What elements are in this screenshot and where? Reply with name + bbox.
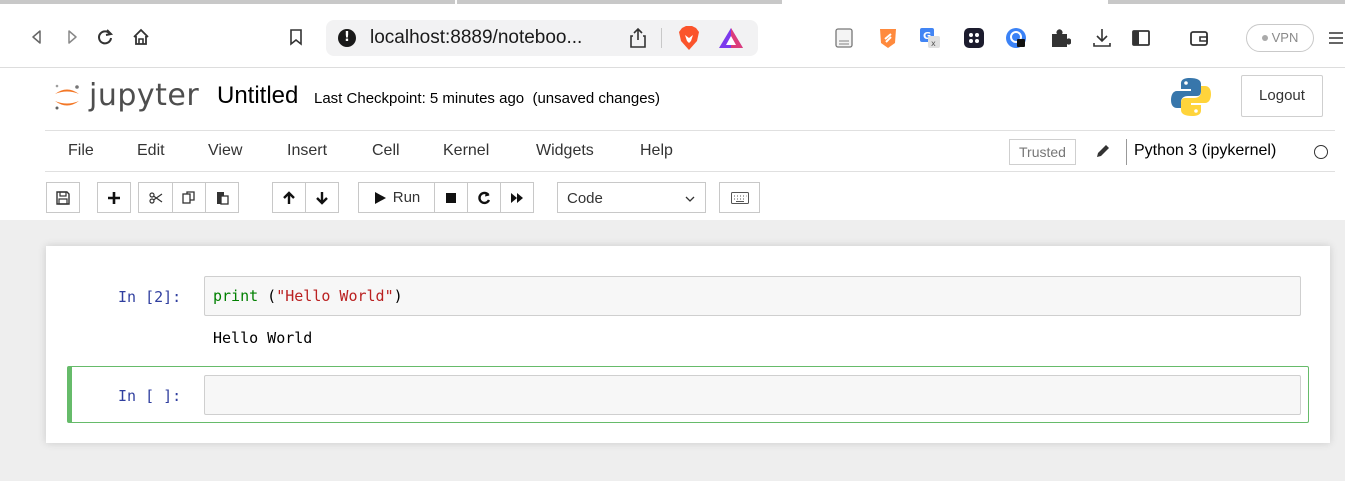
shield-extension-icon[interactable] (877, 27, 899, 49)
forward-icon[interactable] (59, 24, 85, 50)
code-punct: ) (393, 287, 403, 305)
puzzle-icon[interactable] (1049, 27, 1071, 49)
home-icon[interactable] (128, 24, 154, 50)
code-punct: ( (258, 287, 277, 305)
arrow-down-icon (316, 191, 328, 205)
bookmark-icon[interactable] (283, 24, 309, 50)
jupyter-logo-icon (55, 84, 79, 110)
download-icon[interactable] (1091, 27, 1113, 49)
divider (661, 28, 662, 48)
interrupt-button[interactable] (434, 182, 468, 213)
reader-icon[interactable] (833, 27, 855, 49)
plus-icon (108, 191, 120, 204)
tab-indicator[interactable] (0, 0, 455, 4)
jupyter-header: jupyter Untitled Last Checkpoint: 5 minu… (0, 68, 1345, 126)
restart-icon (478, 191, 491, 204)
menubar: File Edit View Insert Cell Kernel Widget… (45, 130, 1335, 172)
browser-toolbar: ! localhost:8889/noteboo... Gx VPN (0, 0, 1345, 68)
keyboard-icon (730, 191, 749, 204)
cut-button[interactable] (138, 182, 173, 213)
cell-type-value: Code (567, 190, 603, 207)
move-down-button[interactable] (305, 182, 339, 213)
menu-file[interactable]: File (68, 142, 94, 160)
menu-widgets[interactable]: Widgets (536, 142, 594, 160)
notebook-toolbar: Run Code (0, 176, 1345, 220)
tab-indicator[interactable] (457, 0, 782, 4)
notebook-title[interactable]: Untitled (217, 82, 298, 110)
unsaved-changes-text: (unsaved changes) (532, 90, 661, 107)
menu-help[interactable]: Help (640, 142, 673, 160)
run-label: Run (392, 189, 421, 206)
trusted-badge[interactable]: Trusted (1009, 139, 1076, 165)
jupyter-logo[interactable]: jupyter (52, 78, 202, 116)
sidebar-icon[interactable] (1130, 27, 1152, 49)
code-line[interactable]: print ("Hello World") (213, 287, 403, 305)
checkpoint-status: Last Checkpoint: 5 minutes ago (unsaved … (314, 90, 660, 107)
copy-button[interactable] (172, 182, 206, 213)
paste-icon (217, 191, 229, 205)
play-icon (374, 191, 386, 204)
menu-cell[interactable]: Cell (372, 142, 400, 160)
restart-run-all-button[interactable] (500, 182, 534, 213)
cell-output: Hello World (213, 329, 313, 347)
cell-prompt: In [ ]: (118, 387, 182, 405)
paste-button[interactable] (205, 182, 239, 213)
vpn-status-dot (1261, 34, 1268, 41)
address-bar[interactable]: ! localhost:8889/noteboo... (326, 20, 758, 56)
menu-edit[interactable]: Edit (137, 142, 165, 160)
back-icon[interactable] (24, 24, 50, 50)
vpn-button[interactable]: VPN (1246, 24, 1314, 52)
vpn-label: VPN (1271, 30, 1299, 45)
move-up-button[interactable] (272, 182, 306, 213)
menu-kernel[interactable]: Kernel (443, 142, 489, 160)
extension-lock-icon[interactable] (1005, 27, 1027, 49)
checkpoint-text: Last Checkpoint: 5 minutes ago (314, 90, 525, 107)
save-icon (56, 190, 70, 205)
pencil-icon[interactable] (1095, 143, 1111, 159)
arrow-up-icon (283, 190, 295, 204)
command-palette-button[interactable] (719, 182, 760, 213)
code-keyword: print (213, 287, 259, 305)
menu-view[interactable]: View (208, 142, 242, 160)
code-cell-input[interactable] (204, 375, 1301, 415)
run-button[interactable]: Run (358, 182, 435, 213)
kernel-idle-icon (1314, 145, 1328, 159)
insert-cell-button[interactable] (97, 182, 131, 213)
cell-type-select[interactable]: Code (557, 182, 706, 213)
fast-forward-icon (511, 192, 523, 203)
url-text[interactable]: localhost:8889/noteboo... (370, 27, 582, 49)
info-icon[interactable]: ! (338, 29, 356, 47)
reload-icon[interactable] (92, 24, 118, 50)
menu-insert[interactable]: Insert (287, 142, 327, 160)
svg-text:x: x (931, 39, 936, 48)
logout-button[interactable]: Logout (1241, 75, 1323, 117)
code-string: "Hello World" (276, 287, 394, 305)
save-button[interactable] (46, 182, 80, 213)
brave-rewards-icon[interactable] (718, 27, 744, 49)
kernel-name[interactable]: Python 3 (ipykernel) (1134, 142, 1276, 160)
cut-icon (148, 191, 162, 204)
extension-dots-icon[interactable] (963, 27, 985, 49)
chevron-down-icon (685, 196, 695, 202)
divider (1126, 139, 1127, 165)
stop-icon (446, 192, 456, 203)
tab-strip (0, 0, 1345, 4)
tab-indicator[interactable] (1108, 0, 1345, 4)
wallet-icon[interactable] (1188, 27, 1210, 49)
translate-icon[interactable]: Gx (919, 27, 941, 49)
code-cell-input[interactable]: print ("Hello World") (204, 276, 1301, 316)
brave-lion-icon[interactable] (678, 25, 700, 51)
restart-button[interactable] (467, 182, 501, 213)
python-logo-icon (1171, 78, 1211, 116)
jupyter-logo-text: jupyter (89, 78, 200, 113)
menu-icon[interactable] (1325, 27, 1345, 49)
share-icon[interactable] (628, 27, 648, 49)
cell-prompt: In [2]: (118, 288, 182, 306)
copy-icon (182, 190, 195, 204)
